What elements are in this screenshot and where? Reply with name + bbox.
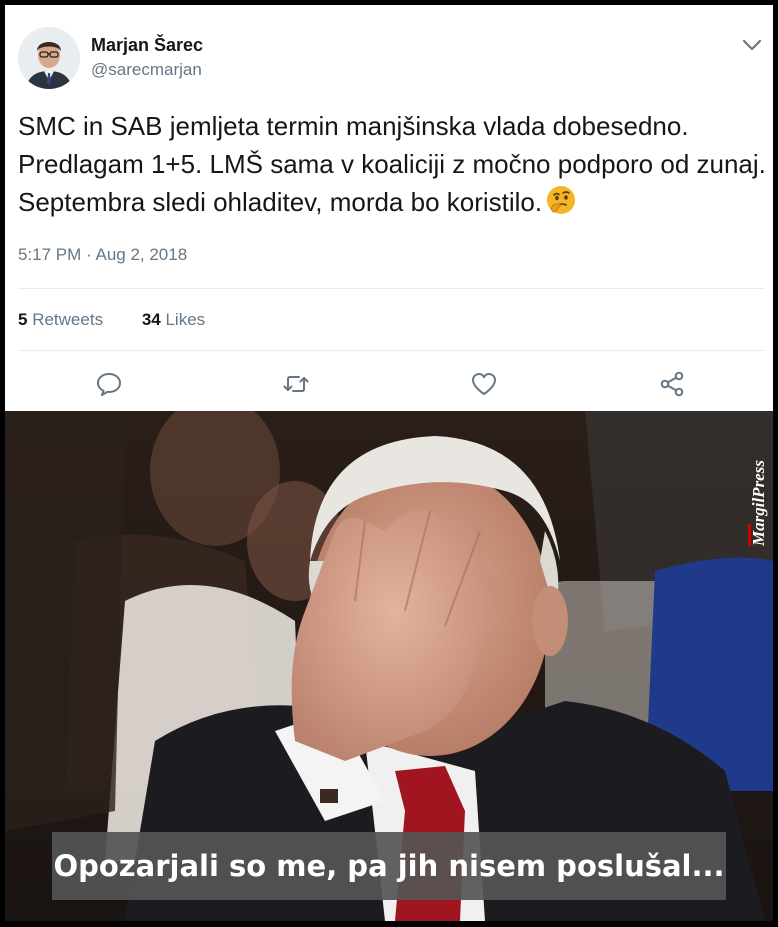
chevron-down-icon[interactable] <box>741 37 763 53</box>
meme-caption: Opozarjali so me, pa jih nisem poslušal.… <box>53 849 725 883</box>
likes-stat[interactable]: 34 Likes <box>142 310 205 329</box>
tweet-stats: 5 Retweets 34 Likes <box>18 310 239 330</box>
thinking-face-icon <box>545 184 577 216</box>
tweet-card: Marjan Šarec @sarecmarjan SMC in SAB jem… <box>5 5 773 411</box>
likes-label: Likes <box>165 310 206 329</box>
like-icon[interactable] <box>470 370 498 398</box>
retweets-label: Retweets <box>32 310 104 329</box>
divider <box>18 288 764 289</box>
divider <box>18 350 764 351</box>
tweet-timestamp[interactable]: 5:17 PM · Aug 2, 2018 <box>18 245 187 265</box>
retweets-stat[interactable]: 5 Retweets <box>18 310 103 329</box>
meme-caption-box: Opozarjali so me, pa jih nisem poslušal.… <box>52 832 726 900</box>
retweet-icon[interactable] <box>282 370 310 398</box>
author-handle[interactable]: @sarecmarjan <box>91 60 202 80</box>
tweet-text: SMC in SAB jemljeta termin manjšinska vl… <box>18 111 766 217</box>
likes-count: 34 <box>141 310 161 329</box>
reply-icon[interactable] <box>95 370 123 398</box>
author-avatar[interactable] <box>18 27 80 89</box>
share-icon[interactable] <box>658 370 686 398</box>
retweets-count: 5 <box>18 310 28 329</box>
meme-frame: Marjan Šarec @sarecmarjan SMC in SAB jem… <box>0 0 778 927</box>
watermark-logo: MargilPress <box>744 418 772 548</box>
author-name[interactable]: Marjan Šarec <box>91 35 203 56</box>
tweet-text-block: SMC in SAB jemljeta termin manjšinska vl… <box>18 107 768 221</box>
svg-text:MargilPress: MargilPress <box>749 460 768 547</box>
